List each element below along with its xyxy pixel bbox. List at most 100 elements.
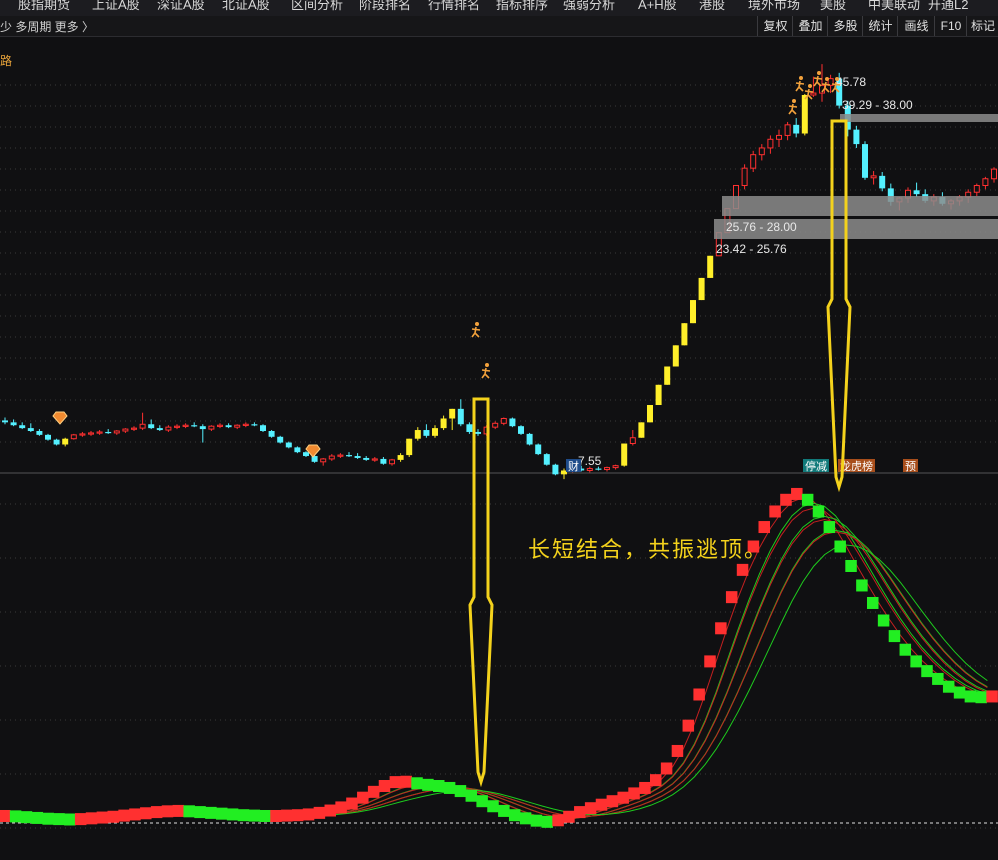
menu-item-14[interactable]: 开通L2 <box>928 0 968 13</box>
candle-body <box>647 405 653 423</box>
candle <box>973 183 980 197</box>
osc-block <box>357 791 369 804</box>
candle-body <box>750 154 757 169</box>
osc-block <box>574 806 586 819</box>
menu-item-13[interactable]: 中美联动 <box>868 0 920 13</box>
toolbar-button-4[interactable]: 画线 <box>897 16 935 36</box>
candle-body <box>199 426 206 430</box>
menu-item-3[interactable]: 北证A股 <box>222 0 270 13</box>
candle <box>457 399 464 427</box>
menu-item-8[interactable]: 强弱分析 <box>563 0 615 13</box>
candle <box>277 435 284 444</box>
candle-body <box>518 426 524 434</box>
candle <box>621 443 628 467</box>
osc-block <box>324 804 336 817</box>
candle-body <box>664 366 671 385</box>
runner-icon <box>821 77 831 93</box>
osc-block <box>498 804 510 817</box>
candle <box>36 429 43 436</box>
toolbar-button-1[interactable]: 叠加 <box>792 16 828 36</box>
menu-item-1[interactable]: 上证A股 <box>92 0 140 13</box>
menu-item-11[interactable]: 境外市场 <box>748 0 800 13</box>
menu-item-7[interactable]: 指标排序 <box>496 0 548 13</box>
osc-block <box>183 805 195 818</box>
osc-block <box>519 812 532 825</box>
candle <box>750 150 757 173</box>
osc-block <box>433 780 445 793</box>
menu-item-4[interactable]: 区间分析 <box>291 0 343 13</box>
candle <box>19 422 26 430</box>
osc-block <box>0 809 11 822</box>
toolbar-button-2[interactable]: 多股 <box>827 16 863 36</box>
candle <box>10 419 17 427</box>
candle-body <box>191 425 198 427</box>
menu-item-9[interactable]: A+H股 <box>638 0 677 13</box>
candle-body <box>982 178 989 186</box>
toolbar-button-5[interactable]: F10 <box>934 16 967 36</box>
candle-body <box>414 430 421 439</box>
resistance-band-3 <box>840 114 998 122</box>
osc-signal-line-red <box>0 507 988 821</box>
runner-icon <box>788 99 798 115</box>
menu-item-10[interactable]: 港股 <box>699 0 725 13</box>
candle-body <box>234 424 241 428</box>
runner-icon <box>795 76 805 92</box>
candle <box>371 457 378 462</box>
candle <box>45 433 51 441</box>
osc-block <box>53 813 65 826</box>
menu-item-6[interactable]: 行情排名 <box>428 0 480 13</box>
osc-block <box>877 614 890 627</box>
osc-block <box>378 780 391 793</box>
osc-signal-line-green <box>0 544 988 819</box>
candle <box>793 118 800 138</box>
candle-body <box>879 175 886 189</box>
candle <box>466 422 473 434</box>
candle <box>552 463 559 476</box>
candle <box>690 300 696 324</box>
candle <box>131 426 137 432</box>
candle-body <box>991 168 997 180</box>
osc-block <box>964 690 977 703</box>
candle-body <box>251 424 258 426</box>
candle-body <box>973 184 980 193</box>
candle-body <box>363 457 370 460</box>
stock-chart[interactable]: 45.78 39.29 - 38.00 25.76 - 28.00 23.42 - 2… <box>0 37 998 860</box>
osc-block <box>704 655 716 668</box>
candle-body <box>268 431 275 437</box>
candle-body <box>70 434 77 440</box>
candle <box>612 464 619 470</box>
candle-body <box>320 458 327 463</box>
candle-body <box>475 431 481 434</box>
candle-body <box>526 433 533 445</box>
osc-block <box>346 797 358 810</box>
toolbar-button-3[interactable]: 统计 <box>862 16 898 36</box>
menu-item-12[interactable]: 美股 <box>820 0 846 13</box>
candle <box>389 458 395 466</box>
osc-block <box>161 805 174 818</box>
menu-item-2[interactable]: 深证A股 <box>157 0 205 13</box>
event-badge-text: 预 <box>905 460 916 473</box>
menu-item-5[interactable]: 阶段排名 <box>359 0 411 13</box>
osc-block <box>508 809 521 822</box>
resistance-band-1 <box>722 196 998 216</box>
candle-body <box>113 430 120 434</box>
candle <box>294 446 301 454</box>
candle <box>492 421 499 430</box>
candle <box>328 454 335 461</box>
menu-item-0[interactable]: 股指期货 <box>18 0 70 13</box>
toolbar-button-0[interactable]: 复权 <box>757 16 793 36</box>
period-selector[interactable]: 少 多周期 更多 〉 <box>0 18 94 35</box>
osc-block <box>617 791 629 804</box>
osc-block <box>150 806 163 819</box>
osc-block <box>921 665 933 678</box>
toolbar-button-6[interactable]: 标记 <box>966 16 998 36</box>
candle <box>199 424 206 443</box>
candle <box>853 125 860 148</box>
candle <box>475 429 481 436</box>
osc-block <box>932 672 944 685</box>
candle <box>406 438 413 457</box>
candle <box>862 141 868 180</box>
candle-body <box>698 277 705 301</box>
candle-body <box>543 454 550 465</box>
annotation-arrow-right <box>826 119 852 493</box>
